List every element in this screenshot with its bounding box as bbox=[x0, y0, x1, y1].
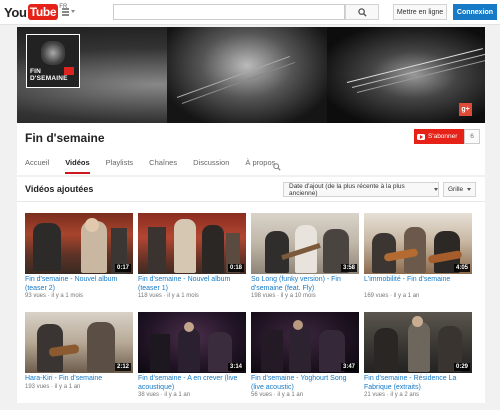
guide-menu-icon[interactable] bbox=[62, 7, 75, 17]
channel-search-icon[interactable] bbox=[273, 158, 281, 176]
search-input[interactable] bbox=[113, 4, 345, 20]
video-duration: 0:29 bbox=[453, 363, 470, 371]
video-meta: 38 vues · il y a 1 an bbox=[138, 392, 191, 398]
video-card[interactable]: 2:12 Hara-Kiri - Fin d'semaine 193 vues … bbox=[25, 312, 133, 410]
channel-avatar[interactable]: FIN D'SEMAINE bbox=[26, 34, 80, 88]
upload-age: il y a 1 an bbox=[393, 293, 420, 299]
video-card[interactable]: 3:58 So Long (funky version) - Fin d'sem… bbox=[251, 213, 359, 311]
upload-age: il y a 1 an bbox=[164, 392, 191, 398]
view-count: 169 vues bbox=[364, 293, 389, 299]
video-title[interactable]: Fin d'semaine - Nouvel album (teaser 2) bbox=[25, 276, 133, 293]
video-thumbnail[interactable]: 4:05 bbox=[364, 213, 472, 274]
upload-age: il y a 1 an bbox=[277, 392, 304, 398]
view-count: 93 vues bbox=[25, 293, 47, 299]
divider bbox=[17, 201, 485, 202]
subscriber-count: 6 bbox=[464, 129, 480, 144]
video-title[interactable]: So Long (funky version) - Fin d'semaine … bbox=[251, 276, 359, 293]
upload-age: il y a 2 ans bbox=[390, 392, 420, 398]
video-title[interactable]: Hara-Kiri - Fin d'semaine bbox=[25, 375, 133, 384]
video-meta: 118 vues · il y a 1 mois bbox=[138, 293, 199, 299]
tab-channels[interactable]: Chaînes bbox=[149, 157, 177, 175]
upload-age: il y a 10 mois bbox=[280, 293, 316, 299]
logo-you: You bbox=[4, 4, 27, 20]
avatar-text: FIN D'SEMAINE bbox=[30, 68, 68, 82]
video-meta: 21 vues · il y a 2 ans bbox=[364, 392, 420, 398]
search-icon bbox=[357, 7, 367, 17]
video-meta: 193 vues · il y a 1 an bbox=[25, 384, 81, 390]
masthead: You Tube FR Mettre en ligne Connexion bbox=[0, 0, 500, 25]
video-title[interactable]: Fin d'semaine - Nouvel album (teaser 1) bbox=[138, 276, 246, 293]
video-meta: 93 vues · il y a 1 mois bbox=[25, 293, 84, 299]
view-mode-label: Grille bbox=[448, 186, 464, 193]
upload-button[interactable]: Mettre en ligne bbox=[393, 4, 447, 20]
video-duration: 3:58 bbox=[340, 264, 357, 272]
search-button[interactable] bbox=[345, 4, 379, 20]
tab-playlists[interactable]: Playlists bbox=[106, 157, 134, 175]
video-thumbnail[interactable]: 3:58 bbox=[251, 213, 359, 274]
subscribe-button[interactable]: S'abonner bbox=[414, 129, 464, 144]
section-title: Vidéos ajoutées bbox=[25, 184, 94, 194]
tab-about[interactable]: À propos bbox=[245, 157, 275, 175]
video-card[interactable]: 0:17 Fin d'semaine - Nouvel album (tease… bbox=[25, 213, 133, 311]
signin-button[interactable]: Connexion bbox=[453, 4, 497, 20]
youtube-play-icon bbox=[417, 133, 425, 140]
video-duration: 0:17 bbox=[114, 264, 131, 272]
upload-age: il y a 1 mois bbox=[51, 293, 84, 299]
video-duration: 3:47 bbox=[340, 363, 357, 371]
chevron-down-icon bbox=[467, 188, 472, 191]
channel-header: FIN D'SEMAINE g+ Fin d'semaine S'abonner… bbox=[17, 27, 485, 175]
video-duration: 4:05 bbox=[453, 264, 470, 272]
chevron-down-icon bbox=[434, 188, 438, 191]
video-title[interactable]: Fin d'semaine - A en crever (live acoust… bbox=[138, 375, 246, 392]
video-thumbnail[interactable]: 0:18 bbox=[138, 213, 246, 274]
sort-label: Date d'ajout (de la plus récente à la pl… bbox=[289, 182, 405, 197]
channel-banner: FIN D'SEMAINE g+ bbox=[17, 27, 485, 123]
view-count: 118 vues bbox=[138, 293, 162, 299]
view-count: 198 vues bbox=[251, 293, 276, 299]
tab-videos[interactable]: Vidéos bbox=[65, 157, 91, 175]
video-title[interactable]: Fin d'semaine - Yoghourt Song (live acou… bbox=[251, 375, 359, 392]
video-duration: 2:12 bbox=[114, 363, 131, 371]
video-thumbnail[interactable]: 3:14 bbox=[138, 312, 246, 373]
video-meta: 56 vues · il y a 1 an bbox=[251, 392, 304, 398]
video-title[interactable]: L'immobilité - Fin d'semaine bbox=[364, 276, 472, 285]
video-card[interactable]: 4:05 L'immobilité - Fin d'semaine 169 vu… bbox=[364, 213, 472, 311]
video-duration: 0:18 bbox=[227, 264, 244, 272]
google-plus-icon[interactable]: g+ bbox=[459, 103, 472, 116]
view-count: 193 vues bbox=[25, 384, 50, 390]
tab-discussion[interactable]: Discussion bbox=[193, 157, 229, 175]
video-meta: 198 vues · il y a 10 mois bbox=[251, 293, 316, 299]
logo-tube: Tube bbox=[27, 4, 59, 20]
video-card[interactable]: 3:47 Fin d'semaine - Yoghourt Song (live… bbox=[251, 312, 359, 410]
channel-tabs: Accueil Vidéos Playlists Chaînes Discuss… bbox=[25, 157, 291, 175]
view-count: 38 vues bbox=[138, 392, 160, 398]
uploads-section: Vidéos ajoutées Date d'ajout (de la plus… bbox=[17, 177, 485, 403]
video-title[interactable]: Fin d'semaine - Résidence La Fabrique (e… bbox=[364, 375, 472, 392]
video-card[interactable]: 0:29 Fin d'semaine - Résidence La Fabriq… bbox=[364, 312, 472, 410]
subscribe-label: S'abonner bbox=[428, 133, 458, 140]
video-duration: 3:14 bbox=[227, 363, 244, 371]
video-thumbnail[interactable]: 3:47 bbox=[251, 312, 359, 373]
youtube-logo[interactable]: You Tube FR bbox=[4, 4, 67, 20]
view-count: 56 vues bbox=[251, 392, 273, 398]
tab-home[interactable]: Accueil bbox=[25, 157, 49, 175]
video-meta: 169 vues · il y a 1 an bbox=[364, 293, 420, 299]
upload-age: il y a 1 an bbox=[54, 384, 81, 390]
video-thumbnail[interactable]: 0:29 bbox=[364, 312, 472, 373]
view-count: 21 vues bbox=[364, 392, 386, 398]
channel-title[interactable]: Fin d'semaine bbox=[25, 131, 105, 145]
sort-dropdown[interactable]: Date d'ajout (de la plus récente à la pl… bbox=[283, 182, 439, 197]
video-card[interactable]: 0:18 Fin d'semaine - Nouvel album (tease… bbox=[138, 213, 246, 311]
upload-age: il y a 1 mois bbox=[167, 293, 199, 299]
video-thumbnail[interactable]: 0:17 bbox=[25, 213, 133, 274]
view-mode-dropdown[interactable]: Grille bbox=[443, 182, 476, 197]
video-thumbnail[interactable]: 2:12 bbox=[25, 312, 133, 373]
video-card[interactable]: 3:14 Fin d'semaine - A en crever (live a… bbox=[138, 312, 246, 410]
